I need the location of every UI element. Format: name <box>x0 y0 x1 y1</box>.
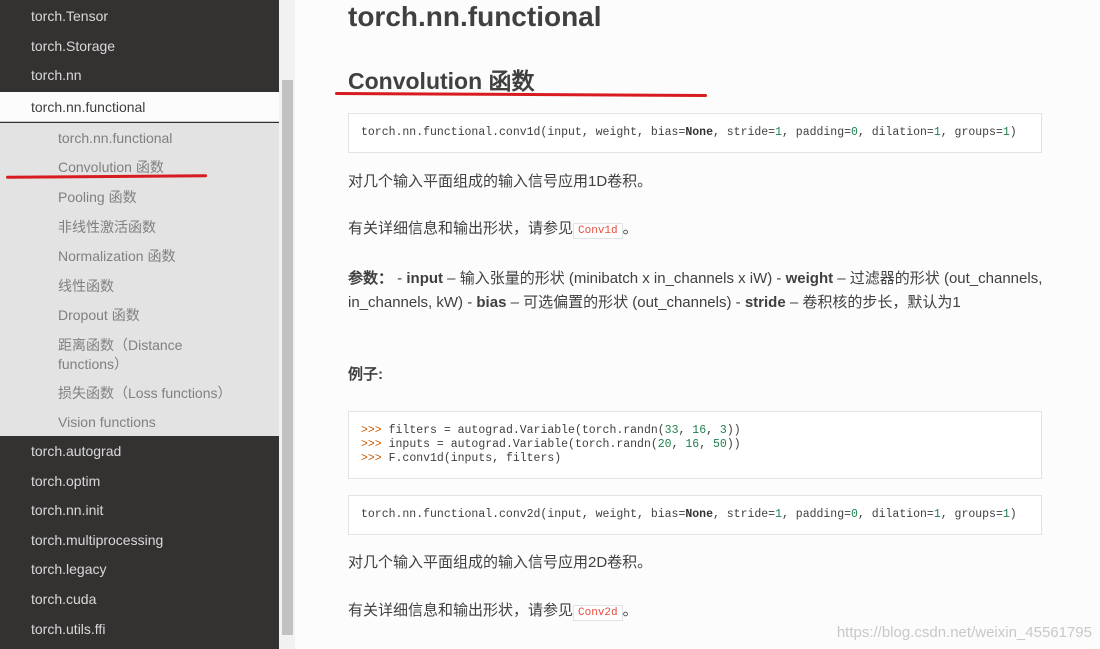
code-num: 16 <box>692 424 707 437</box>
param-weight: weight <box>785 270 834 287</box>
scrollbar-thumb[interactable] <box>282 80 293 635</box>
nav-item-optim[interactable]: torch.optim <box>0 467 279 496</box>
page-title: torch.nn.functional <box>348 1 602 32</box>
conv2d-link[interactable]: Conv2d <box>573 605 623 621</box>
see-also-text: 有关详细信息和输出形状，请参见 <box>348 220 574 237</box>
code-prompt: >>> <box>361 424 382 437</box>
subnav-item-distance[interactable]: 距离函数（Distance functions） <box>58 336 208 374</box>
code-sep: , <box>699 438 714 451</box>
code-num: 20 <box>657 438 672 451</box>
sig-dilation-label: , dilation= <box>857 126 934 139</box>
sig-suffix: ) <box>1009 126 1017 139</box>
conv2d-see-also: 有关详细信息和输出形状，请参见 Conv2d。 <box>348 599 1048 625</box>
watermark: https://blog.csdn.net/weixin_45561795 <box>836 624 1092 641</box>
code-prompt: >>> <box>361 452 382 465</box>
params-label: 参数： <box>348 270 394 287</box>
conv1d-signature: torch.nn.functional.conv1d(input, weight… <box>348 113 1042 153</box>
nav-item-torch-nn[interactable]: torch.nn <box>0 61 279 90</box>
params-text-2: – 输入张量的形状 (minibatch x in_channels x iW)… <box>443 270 786 287</box>
nav-item-nn-init[interactable]: torch.nn.init <box>0 496 279 525</box>
red-underline-title <box>334 92 708 97</box>
conv2d-sig-prefix: torch.nn.functional.conv2d(input, weight… <box>361 508 686 521</box>
sig-stride-label: , stride= <box>712 126 776 139</box>
conv2d-signature: torch.nn.functional.conv2d(input, weight… <box>348 495 1042 535</box>
main-content: torch.nn.functional Convolution 函数 torch… <box>295 0 1100 649</box>
param-bias: bias <box>476 294 507 311</box>
sig-groups: 1 <box>1002 126 1010 139</box>
subnav-item-vision[interactable]: Vision functions <box>58 413 258 432</box>
subnav-item-dropout[interactable]: Dropout 函数 <box>58 306 258 325</box>
code-line-3: F.conv1d(inputs, filters) <box>381 452 562 465</box>
subnav: torch.nn.functional Convolution 函数 Pooli… <box>0 123 279 436</box>
code-num: 33 <box>664 424 679 437</box>
sig-groups-label: , groups= <box>940 508 1003 521</box>
code-sep: , <box>671 438 686 451</box>
sig-dilation: 1 <box>933 126 941 139</box>
sig-stride: 1 <box>775 508 782 521</box>
sig-none: None <box>685 508 713 521</box>
sig-stride-label: , stride= <box>712 508 776 521</box>
params-paragraph: 参数： - input – 输入张量的形状 (minibatch x in_ch… <box>348 267 1043 315</box>
sidebar: torch.Tensor torch.Storage torch.nn torc… <box>0 0 279 649</box>
code-sep: , <box>678 424 693 437</box>
see-also-text: 有关详细信息和输出形状，请参见 <box>348 602 574 619</box>
conv1d-sig-prefix: torch.nn.functional.conv1d(input, weight… <box>361 126 686 139</box>
code-line-2: inputs = autograd.Variable(torch.randn( <box>381 438 658 451</box>
code-line-1: filters = autograd.Variable(torch.randn( <box>381 424 665 437</box>
example-label: 例子: <box>348 366 383 383</box>
sig-groups-label: , groups= <box>940 126 1003 139</box>
param-stride: stride <box>744 294 786 311</box>
section-title: Convolution 函数 <box>348 68 535 94</box>
see-also-period: 。 <box>622 602 638 619</box>
nav-item-torch-tensor[interactable]: torch.Tensor <box>0 2 279 31</box>
nav-item-utils-ffi[interactable]: torch.utils.ffi <box>0 615 279 644</box>
code-line-end: )) <box>726 424 741 437</box>
code-num: 3 <box>719 424 727 437</box>
nav-item-torch-storage[interactable]: torch.Storage <box>0 32 279 61</box>
conv1d-see-also: 有关详细信息和输出形状，请参见 Conv1d。 <box>348 217 1048 243</box>
params-text-1: - <box>393 270 407 287</box>
sig-groups: 1 <box>1002 508 1010 521</box>
code-sep: , <box>706 424 720 437</box>
code-line-end: )) <box>726 438 741 451</box>
code-prompt: >>> <box>361 438 382 451</box>
sig-stride: 1 <box>775 126 782 139</box>
example-code-block: >>> filters = autograd.Variable(torch.ra… <box>348 411 1042 479</box>
subnav-item-activation[interactable]: 非线性激活函数 <box>58 218 258 237</box>
conv2d-description: 对几个输入平面组成的输入信号应用2D卷积。 <box>348 554 653 571</box>
nav-item-cuda[interactable]: torch.cuda <box>0 585 279 614</box>
see-also-period: 。 <box>622 220 638 237</box>
subnav-item-normalization[interactable]: Normalization 函数 <box>58 247 258 266</box>
nav-item-multiprocessing[interactable]: torch.multiprocessing <box>0 526 279 555</box>
sig-padding-label: , padding= <box>782 126 852 139</box>
nav-item-autograd[interactable]: torch.autograd <box>0 437 279 466</box>
code-num: 50 <box>713 438 727 451</box>
subnav-item-linear[interactable]: 线性函数 <box>58 277 258 296</box>
sig-none: None <box>685 126 713 139</box>
sig-suffix: ) <box>1009 508 1017 521</box>
sig-padding: 0 <box>851 126 858 139</box>
nav-item-legacy[interactable]: torch.legacy <box>0 555 279 584</box>
code-num: 16 <box>685 438 700 451</box>
nav-item-current[interactable]: torch.nn.functional <box>0 92 279 122</box>
conv1d-description: 对几个输入平面组成的输入信号应用1D卷积。 <box>348 173 653 190</box>
param-input: input <box>406 270 444 287</box>
sig-dilation-label: , dilation= <box>857 508 934 521</box>
sig-dilation: 1 <box>933 508 941 521</box>
params-text-5: – 卷积核的步长，默认为1 <box>785 294 961 311</box>
sig-padding-label: , padding= <box>782 508 852 521</box>
sig-padding: 0 <box>851 508 858 521</box>
subnav-item-pooling[interactable]: Pooling 函数 <box>58 188 258 207</box>
subnav-item-functional[interactable]: torch.nn.functional <box>58 129 258 148</box>
conv1d-link[interactable]: Conv1d <box>573 223 623 239</box>
params-text-4: – 可选偏置的形状 (out_channels) - <box>506 294 745 311</box>
subnav-item-loss[interactable]: 损失函数（Loss functions） <box>58 384 258 403</box>
